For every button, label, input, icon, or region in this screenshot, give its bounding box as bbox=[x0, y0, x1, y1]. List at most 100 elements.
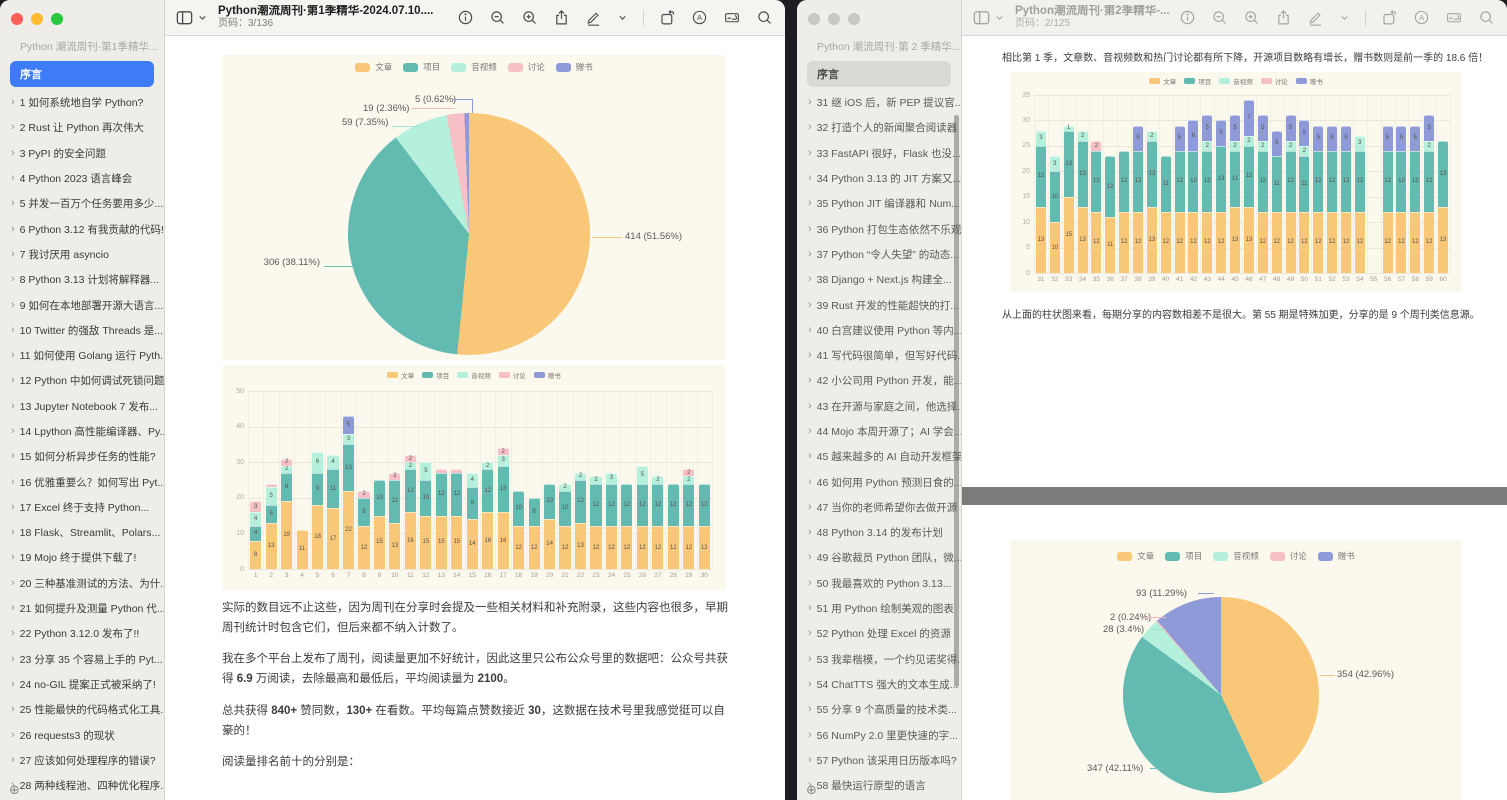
sidebar-item[interactable]: › 44 Mojo 本周开源了；AI 学会... bbox=[797, 419, 961, 444]
pdf-scroll-area-season2[interactable]: 相比第 1 季，文章数、音视频数和热门讨论都有所下降，开源项目数略有增长，赠书数… bbox=[962, 36, 1507, 800]
sidebar-item[interactable]: › 1 如何系统地自学 Python? bbox=[0, 90, 164, 115]
info-icon[interactable] bbox=[1179, 9, 1196, 26]
sidebar-item[interactable]: › 9 如何在本地部署开源大语言... bbox=[0, 292, 164, 317]
sidebar-item[interactable]: › 25 性能最快的代码格式化工具... bbox=[0, 697, 164, 722]
bar-segment: 15 bbox=[451, 515, 463, 569]
search-icon[interactable] bbox=[1478, 9, 1495, 26]
sidebar-item[interactable]: › 16 优雅重要么？如何写出 Pyt... bbox=[0, 469, 164, 494]
sidebar-item[interactable]: › 12 Python 中如何调试死锁问题? bbox=[0, 368, 164, 393]
sidebar-item[interactable]: › 42 小公司用 Python 开发，能... bbox=[797, 368, 961, 393]
sidebar-item[interactable]: › 57 Python 该采用日历版本吗? bbox=[797, 748, 961, 773]
bar-value-label: 5 bbox=[1261, 125, 1265, 132]
sidebar-item-preface[interactable]: 序言 bbox=[10, 61, 154, 87]
sidebar-item[interactable]: › 33 FastAPI 很好，Flask 也没... bbox=[797, 141, 961, 166]
sidebar-item[interactable]: › 51 用 Python 绘制美观的图表 bbox=[797, 596, 961, 621]
chevron-right-icon: › bbox=[808, 374, 812, 387]
info-icon[interactable] bbox=[457, 9, 474, 26]
markup-chevron-icon[interactable] bbox=[1339, 12, 1350, 23]
sidebar-item[interactable]: › 28 两种线程池、四种优化程序... bbox=[0, 773, 164, 798]
sidebar-item[interactable]: › 34 Python 3.13 的 JIT 方案又... bbox=[797, 166, 961, 191]
sidebar-item[interactable]: › 36 Python 打包生态依然不乐观 bbox=[797, 216, 961, 241]
sidebar-item[interactable]: › 14 Lpython 高性能编译器、Py... bbox=[0, 419, 164, 444]
markup-pencil-icon[interactable] bbox=[1307, 9, 1324, 26]
zoom-out-icon[interactable] bbox=[489, 9, 506, 26]
sidebar-item[interactable]: › 17 Excel 终于支持 Python... bbox=[0, 495, 164, 520]
sidebar-item[interactable]: › 45 越来越多的 AI 自动开发框架 bbox=[797, 444, 961, 469]
sidebar-item[interactable]: › 10 Twitter 的强敌 Threads 是... bbox=[0, 318, 164, 343]
sidebar-item[interactable]: › 4 Python 2023 语言峰会 bbox=[0, 166, 164, 191]
sidebar-item[interactable]: › 3 PyPI 的安全问题 bbox=[0, 141, 164, 166]
zoom-in-icon[interactable] bbox=[1243, 9, 1260, 26]
sidebar-item[interactable]: › 22 Python 3.12.0 发布了!! bbox=[0, 621, 164, 646]
sidebar-item[interactable]: › 58 最快运行原型的语言 bbox=[797, 773, 961, 798]
chevron-right-icon: › bbox=[808, 500, 812, 513]
sidebar-item[interactable]: › 24 no-GIL 提案正式被采纳了! bbox=[0, 672, 164, 697]
sidebar-scrollbar[interactable] bbox=[954, 115, 959, 687]
sidebar-item[interactable]: › 41 写代码很简单，但写好代码... bbox=[797, 343, 961, 368]
sidebar-item[interactable]: › 23 分享 35 个容易上手的 Pyt... bbox=[0, 647, 164, 672]
sidebar-item[interactable]: › 26 requests3 的现状 bbox=[0, 722, 164, 747]
sidebar-item-preface[interactable]: 序言 bbox=[807, 61, 951, 87]
sidebar-toggle-icon[interactable] bbox=[175, 8, 194, 27]
pie-label-book: 5 (0.62%) bbox=[415, 94, 457, 105]
zoom-window-button[interactable] bbox=[51, 13, 63, 25]
sidebar-item[interactable]: › 40 白宫建议使用 Python 等内... bbox=[797, 318, 961, 343]
sidebar-item[interactable]: › 31 继 iOS 后，新 PEP 提议官... bbox=[797, 90, 961, 115]
sidebar-item[interactable]: › 55 分享 9 个高质量的技术类... bbox=[797, 697, 961, 722]
sidebar-item[interactable]: › 49 谷歌裁员 Python 团队，微... bbox=[797, 545, 961, 570]
highlight-a-icon[interactable]: A bbox=[1413, 9, 1430, 26]
sidebar-item[interactable]: › 7 我讨厌用 asyncio bbox=[0, 242, 164, 267]
sidebar-item[interactable]: › 43 在开源与家庭之间，他选择... bbox=[797, 394, 961, 419]
sidebar-item[interactable]: › 38 Django + Next.js 构建全... bbox=[797, 267, 961, 292]
sidebar-item[interactable]: › 37 Python “令人失望” 的动态... bbox=[797, 242, 961, 267]
highlight-a-icon[interactable]: A bbox=[691, 9, 708, 26]
markup-pencil-icon[interactable] bbox=[585, 9, 602, 26]
zoom-window-button[interactable] bbox=[848, 13, 860, 25]
sidebar-item[interactable]: › 21 如何提升及测量 Python 代... bbox=[0, 596, 164, 621]
sidebar-item[interactable]: › 54 ChatTTS 强大的文本生成... bbox=[797, 672, 961, 697]
close-window-button[interactable] bbox=[808, 13, 820, 25]
sidebar-item[interactable]: › 35 Python JIT 编译器和 Num... bbox=[797, 191, 961, 216]
sidebar-item[interactable]: › 50 我最喜欢的 Python 3.13... bbox=[797, 571, 961, 596]
sidebar-toggle-icon[interactable] bbox=[972, 8, 991, 27]
sidebar-item[interactable]: › 53 我辈楷模，一个约见诺奖得... bbox=[797, 647, 961, 672]
sidebar-item[interactable]: › 27 应该如何处理程序的错误? bbox=[0, 748, 164, 773]
sidebar-item[interactable]: › 46 如何用 Python 预测日食的... bbox=[797, 469, 961, 494]
sidebar-item[interactable]: › 56 NumPy 2.0 里更快速的字... bbox=[797, 722, 961, 747]
signature-icon[interactable] bbox=[723, 9, 741, 26]
zoom-in-icon[interactable] bbox=[521, 9, 538, 26]
bar-segment: 10 bbox=[513, 490, 525, 527]
sidebar-item[interactable]: › 48 Python 3.14 的发布计划 bbox=[797, 520, 961, 545]
sidebar-item[interactable]: › 15 如何分析异步任务的性能? bbox=[0, 444, 164, 469]
sidebar-item[interactable]: › 11 如何使用 Golang 运行 Pyth... bbox=[0, 343, 164, 368]
sidebar-item[interactable]: › 19 Mojo 终于提供下载了! bbox=[0, 545, 164, 570]
sidebar-item[interactable]: › 8 Python 3.13 计划将解释器... bbox=[0, 267, 164, 292]
sidebar-item[interactable]: › 2 Rust 让 Python 再次伟大 bbox=[0, 115, 164, 140]
sidebar-item[interactable]: › 47 当你的老师希望你去做开源 bbox=[797, 495, 961, 520]
close-window-button[interactable] bbox=[11, 13, 23, 25]
sidebar-item[interactable]: › 5 并发一百万个任务要用多少... bbox=[0, 191, 164, 216]
search-icon[interactable] bbox=[756, 9, 773, 26]
zoom-out-icon[interactable] bbox=[1211, 9, 1228, 26]
minimize-window-button[interactable] bbox=[828, 13, 840, 25]
sidebar-item[interactable]: › 52 Python 处理 Excel 的资源 bbox=[797, 621, 961, 646]
markup-chevron-icon[interactable] bbox=[617, 12, 628, 23]
sidebar-item[interactable]: › 20 三种基准测试的方法、为什... bbox=[0, 571, 164, 596]
sidebar-options-chevron-icon[interactable] bbox=[994, 12, 1005, 23]
sidebar-item[interactable]: › 32 打造个人的新闻聚合阅读器 bbox=[797, 115, 961, 140]
rotate-icon[interactable] bbox=[659, 9, 676, 26]
rotate-icon[interactable] bbox=[1381, 9, 1398, 26]
bar-segment: 12 bbox=[621, 526, 633, 569]
sidebar-item[interactable]: › 6 Python 3.12 有我贡献的代码! bbox=[0, 216, 164, 241]
share-icon[interactable] bbox=[553, 9, 570, 26]
sidebar-add-button[interactable]: ⊕ bbox=[806, 783, 817, 796]
sidebar-item[interactable]: › 18 Flask、Streamlit、Polars... bbox=[0, 520, 164, 545]
share-icon[interactable] bbox=[1275, 9, 1292, 26]
minimize-window-button[interactable] bbox=[31, 13, 43, 25]
signature-icon[interactable] bbox=[1445, 9, 1463, 26]
bar-segment: 12 bbox=[652, 526, 664, 569]
sidebar-item[interactable]: › 39 Rust 开发的性能超快的打... bbox=[797, 292, 961, 317]
sidebar-item[interactable]: › 13 Jupyter Notebook 7 发布... bbox=[0, 394, 164, 419]
sidebar-options-chevron-icon[interactable] bbox=[197, 12, 208, 23]
sidebar-add-button[interactable]: ⊕ bbox=[9, 783, 20, 796]
